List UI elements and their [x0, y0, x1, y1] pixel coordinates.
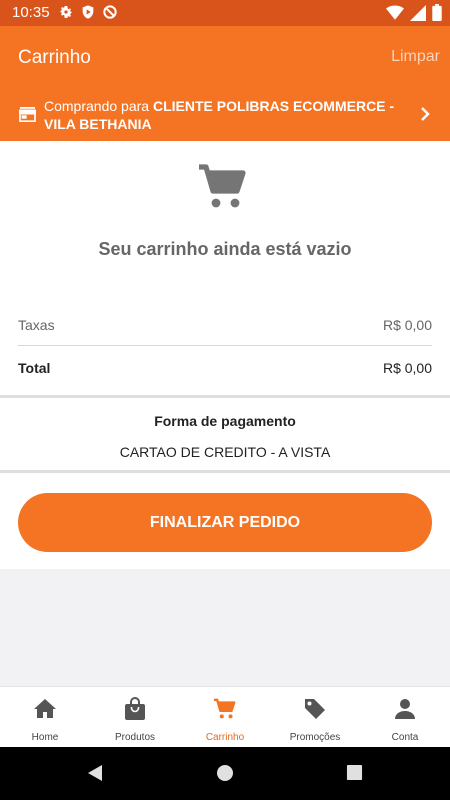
status-time: 10:35 [12, 4, 50, 21]
status-notification-icons [58, 4, 118, 20]
section-divider [0, 470, 450, 473]
app-bar: Carrinho Limpar [0, 26, 450, 89]
customer-selector[interactable]: Comprando para CLIENTE POLIBRAS ECOMMERC… [0, 89, 450, 141]
customer-label: Comprando para CLIENTE POLIBRAS ECOMMERC… [44, 97, 404, 133]
status-bar: 10:35 [0, 0, 450, 26]
total-row: Total R$ 0,00 [18, 360, 432, 376]
payment-title: Forma de pagamento [154, 413, 296, 429]
battery-icon [432, 4, 442, 21]
settings-icon [60, 6, 72, 18]
cart-icon [213, 698, 236, 719]
recents-icon[interactable] [346, 764, 363, 781]
nav-label: Home [31, 732, 59, 743]
signal-icon [410, 4, 426, 21]
empty-cart-message: Seu carrinho ainda está vazio [98, 239, 352, 259]
taxes-value: R$ 0,00 [382, 317, 432, 333]
home-circle-icon[interactable] [216, 764, 234, 782]
store-icon [19, 107, 36, 122]
taxes-row: Taxas R$ 0,00 [18, 317, 432, 333]
customer-prefix: Comprando para [44, 98, 153, 114]
shield-play-icon [82, 5, 94, 19]
chevron-right-icon [421, 107, 430, 121]
checkout-button[interactable]: FINALIZAR PEDIDO [18, 493, 432, 552]
payment-method-selector[interactable]: CARTAO DE CREDITO - A VISTA [0, 444, 450, 460]
tag-icon [305, 699, 325, 719]
blocked-icon [103, 5, 117, 19]
nav-label: Promoções [289, 732, 341, 743]
bottom-nav: Home Produtos Carrinho Promoções Conta [0, 686, 450, 747]
bag-icon [125, 697, 145, 720]
back-icon[interactable] [86, 764, 104, 782]
cart-icon [199, 164, 246, 208]
nav-item-account[interactable]: Conta [360, 687, 450, 747]
nav-item-products[interactable]: Produtos [90, 687, 180, 747]
nav-label: Conta [391, 732, 419, 743]
page-title: Carrinho [18, 47, 91, 68]
total-label: Total [18, 360, 51, 376]
nav-item-home[interactable]: Home [0, 687, 90, 747]
nav-item-cart[interactable]: Carrinho [180, 687, 270, 747]
system-nav-bar [0, 747, 450, 800]
section-divider [0, 395, 450, 398]
person-icon [395, 699, 415, 719]
status-system-icons [386, 4, 442, 21]
divider [18, 345, 432, 346]
wifi-icon [386, 5, 404, 20]
total-value: R$ 0,00 [382, 360, 432, 376]
nav-item-promotions[interactable]: Promoções [270, 687, 360, 747]
clear-cart-button[interactable]: Limpar [391, 48, 440, 66]
cart-content: Seu carrinho ainda está vazio Taxas R$ 0… [0, 141, 450, 569]
nav-label: Produtos [114, 732, 156, 743]
taxes-label: Taxas [18, 317, 55, 333]
nav-label: Carrinho [205, 732, 245, 743]
home-icon [34, 699, 56, 718]
